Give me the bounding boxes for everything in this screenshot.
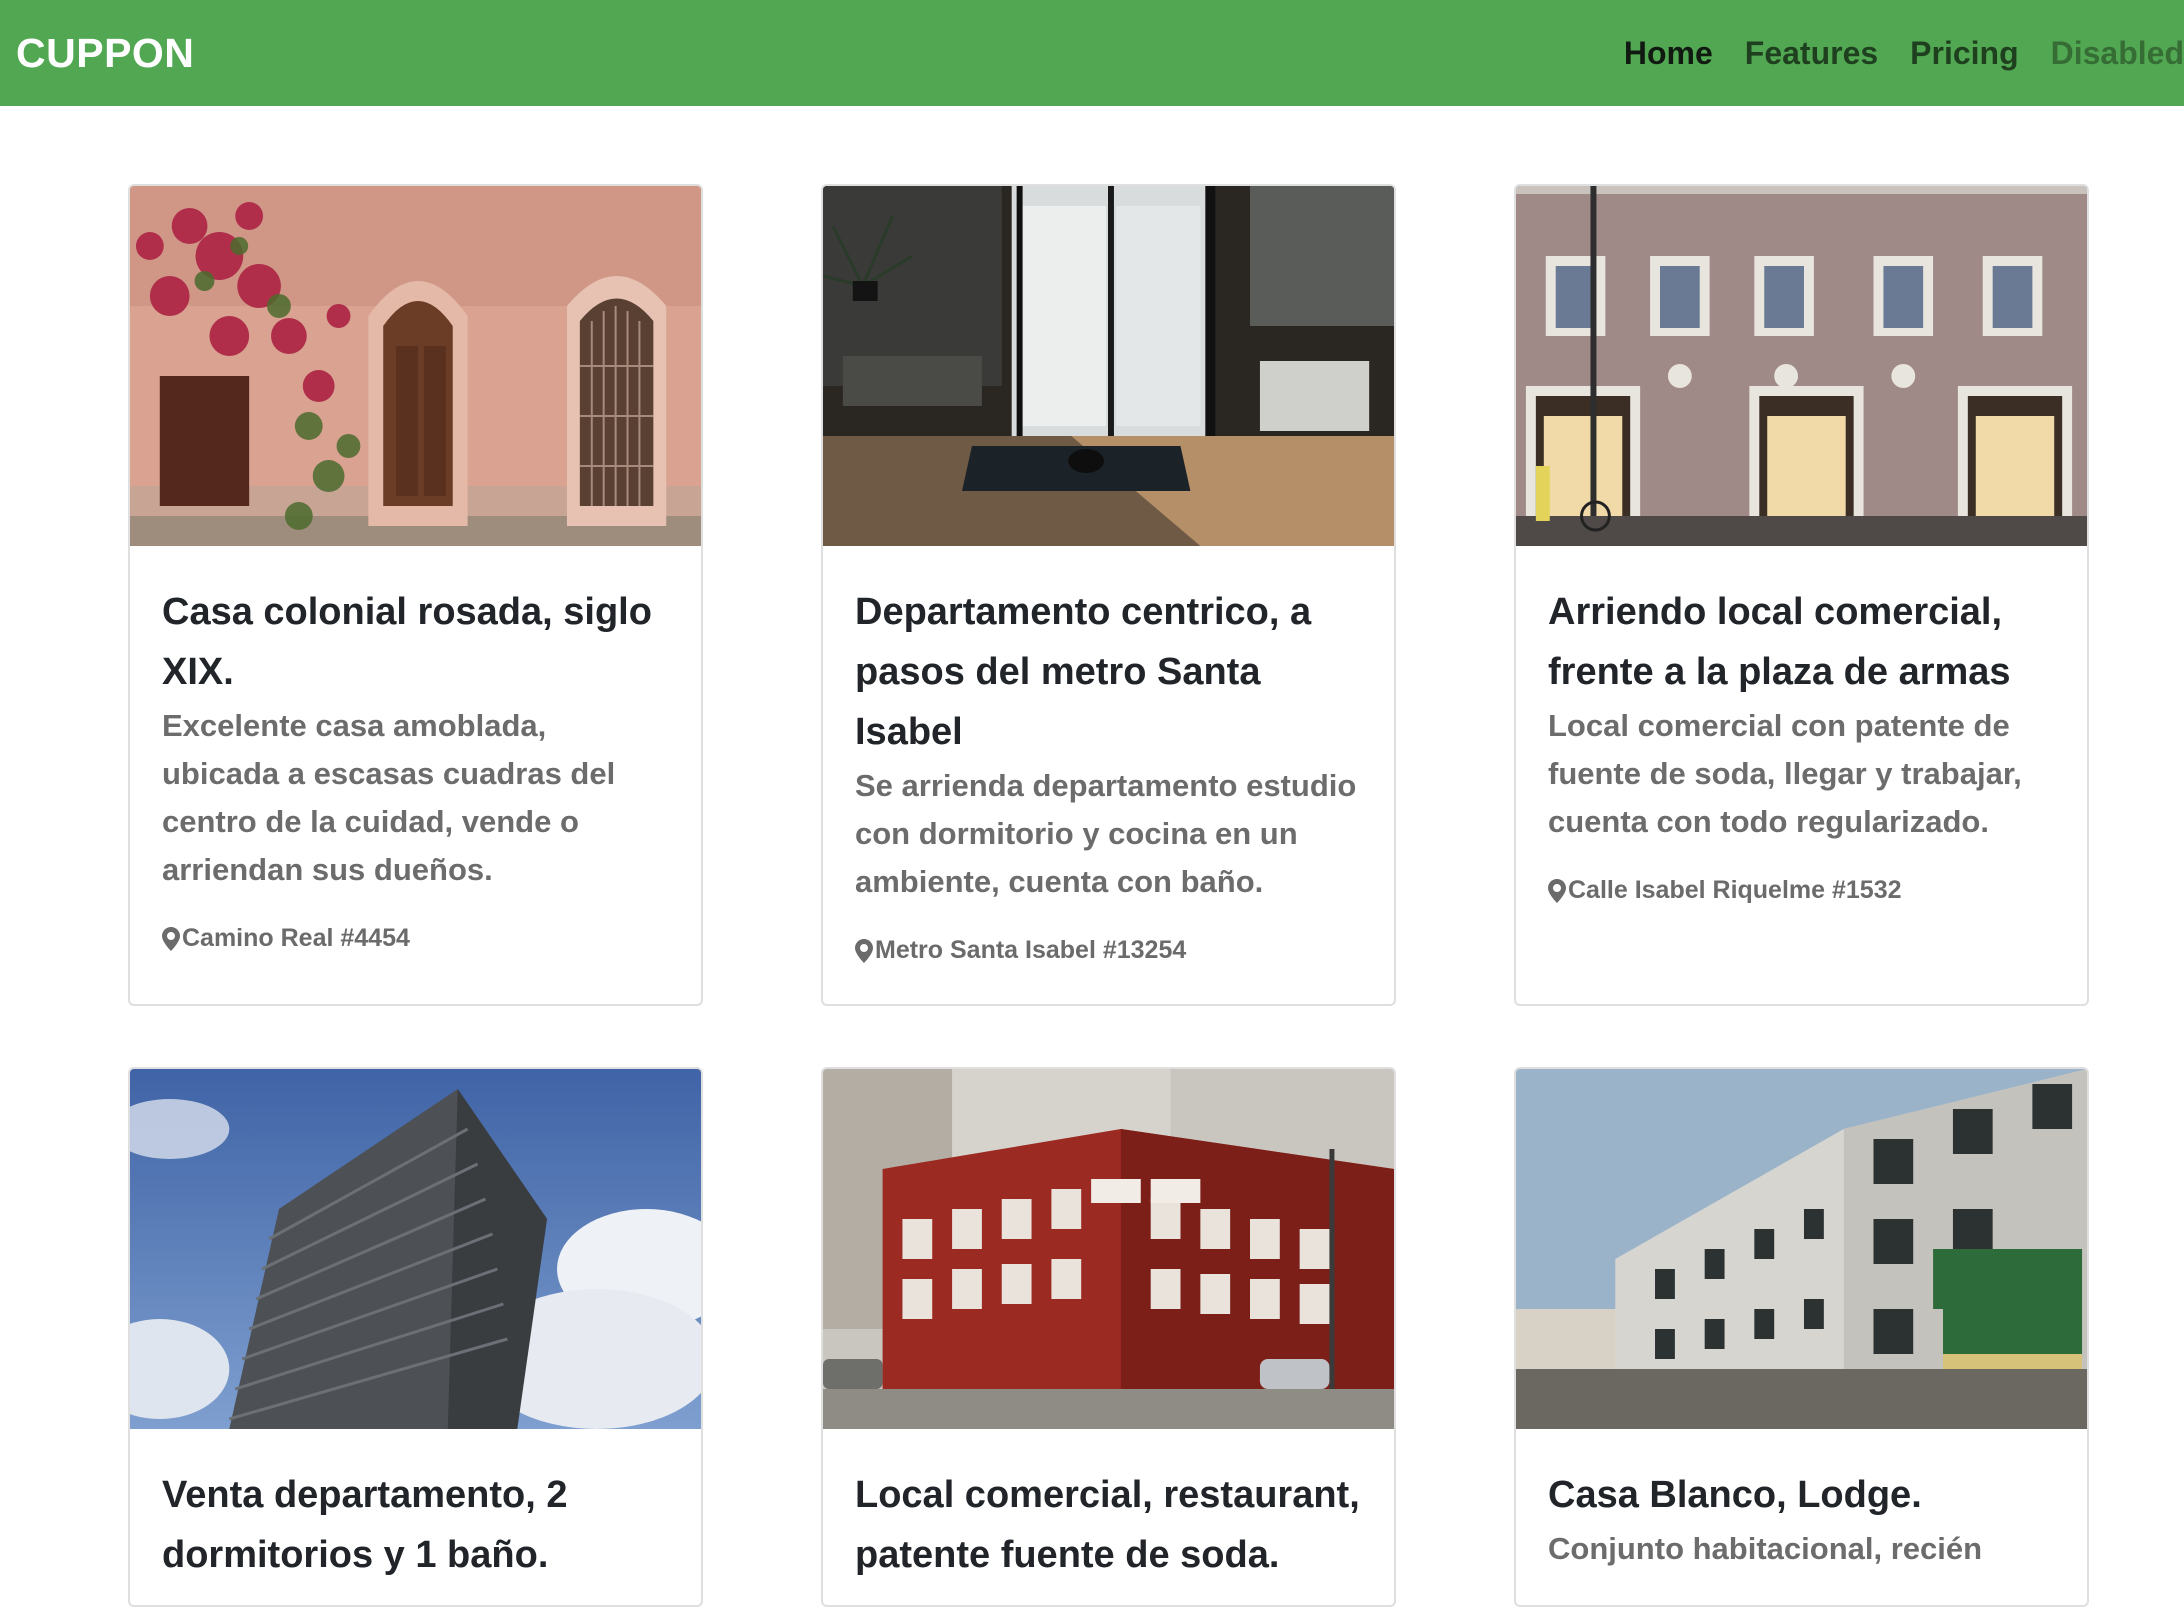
property-card: Casa colonial rosada, siglo XIX. Excelen… (128, 184, 703, 1006)
location-text: Metro Santa Isabel #13254 (875, 936, 1187, 964)
card-location: Camino Real #4454 (162, 924, 669, 953)
card-text: Local comercial con patente de fuente de… (1548, 708, 2022, 839)
map-marker-icon (1548, 878, 1566, 903)
property-image (130, 186, 701, 546)
card-text: Excelente casa amoblada, ubicada a escas… (162, 708, 616, 887)
card-title: Local comercial, restaurant, patente fue… (855, 1474, 1360, 1576)
card-title: Casa colonial rosada, siglo XIX. (162, 591, 652, 693)
property-card: Local comercial, restaurant, patente fue… (821, 1067, 1396, 1607)
card-body: Venta departamento, 2 dormitorios y 1 ba… (130, 1429, 701, 1585)
map-marker-icon (855, 938, 873, 963)
card-text: Conjunto habitacional, recién (1548, 1531, 1983, 1566)
card-location: Calle Isabel Riquelme #1532 (1548, 876, 2055, 905)
map-marker-icon (162, 926, 180, 951)
card-body: Casa colonial rosada, siglo XIX. Excelen… (130, 546, 701, 953)
card-body: Local comercial, restaurant, patente fue… (823, 1429, 1394, 1585)
property-card: Casa Blanco, Lodge. Conjunto habitaciona… (1514, 1067, 2089, 1607)
property-image (823, 186, 1394, 546)
card-title: Departamento centrico, a pasos del metro… (855, 591, 1312, 753)
location-text: Calle Isabel Riquelme #1532 (1568, 876, 1902, 904)
property-card: Venta departamento, 2 dormitorios y 1 ba… (128, 1067, 703, 1607)
card-title: Arriendo local comercial, frente a la pl… (1548, 591, 2011, 693)
brand-logo[interactable]: CUPPON (16, 30, 194, 77)
property-image (1516, 186, 2087, 546)
nav-features[interactable]: Features (1729, 0, 1894, 106)
property-image (130, 1069, 701, 1429)
property-image (823, 1069, 1394, 1429)
nav-links: Home Features Pricing Disabled (1608, 0, 2184, 106)
property-card: Arriendo local comercial, frente a la pl… (1514, 184, 2089, 1006)
card-title: Casa Blanco, Lodge. (1548, 1474, 1922, 1516)
location-text: Camino Real #4454 (182, 924, 410, 952)
card-body: Casa Blanco, Lodge. Conjunto habitaciona… (1516, 1429, 2087, 1573)
navbar: CUPPON Home Features Pricing Disabled (0, 0, 2184, 106)
card-title: Venta departamento, 2 dormitorios y 1 ba… (162, 1474, 568, 1576)
nav-home[interactable]: Home (1608, 0, 1729, 106)
card-text: Se arrienda departamento estudio con dor… (855, 768, 1357, 899)
nav-disabled: Disabled (2050, 35, 2184, 71)
property-image (1516, 1069, 2087, 1429)
card-body: Departamento centrico, a pasos del metro… (823, 546, 1394, 965)
nav-pricing[interactable]: Pricing (1894, 0, 2034, 106)
card-location: Metro Santa Isabel #13254 (855, 936, 1362, 965)
property-card: Departamento centrico, a pasos del metro… (821, 184, 1396, 1006)
card-body: Arriendo local comercial, frente a la pl… (1516, 546, 2087, 905)
